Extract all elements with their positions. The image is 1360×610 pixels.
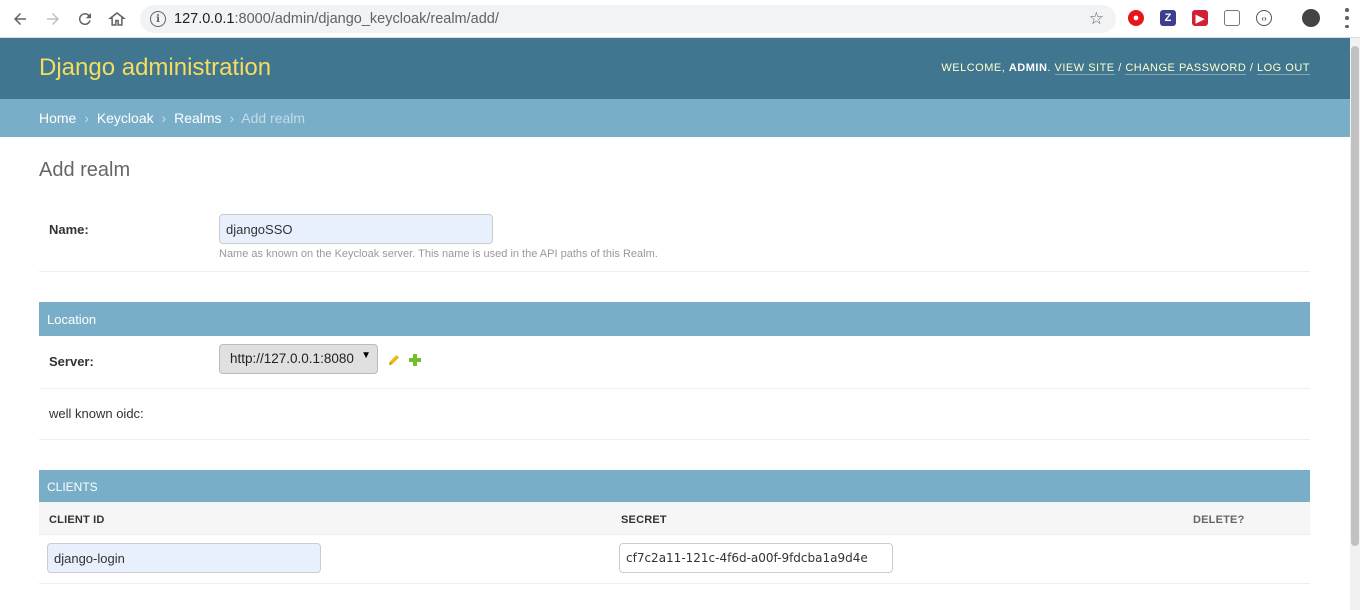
name-help-text: Name as known on the Keycloak server. Th… — [219, 248, 658, 260]
change-password-link[interactable]: Change password — [1125, 62, 1247, 75]
video-extension-icon[interactable]: ▶ — [1192, 10, 1208, 26]
zotero-extension-icon[interactable]: Z — [1160, 10, 1176, 26]
well-known-row: well known oidc: — [39, 389, 1310, 440]
admin-header: Django administration Welcome, admin. Vi… — [0, 38, 1350, 99]
log-out-link[interactable]: Log out — [1256, 62, 1310, 75]
browser-menu-icon[interactable] — [1344, 8, 1350, 28]
info-icon[interactable]: i — [150, 11, 166, 27]
forward-arrow-icon[interactable] — [41, 7, 65, 31]
server-select-value: http://127.0.0.1:8080 — [230, 351, 354, 366]
well-known-label: well known oidc: — [49, 406, 144, 421]
welcome-text: Welcome, — [941, 62, 1006, 74]
ublock-extension-icon[interactable]: ● — [1128, 10, 1144, 26]
home-icon[interactable] — [105, 7, 129, 31]
back-arrow-icon[interactable] — [8, 7, 32, 31]
site-name[interactable]: Django administration — [39, 54, 271, 82]
address-bar[interactable]: i 127.0.0.1:8000/admin/django_keycloak/r… — [140, 5, 1116, 33]
breadcrumb: Home › Keycloak › Realms › Add realm — [0, 99, 1350, 137]
clients-table-header: Client ID Secret Delete? — [39, 502, 1310, 535]
column-header-secret: Secret — [621, 514, 667, 526]
username: admin — [1008, 62, 1048, 74]
clients-caption: Clients — [39, 470, 1310, 502]
reload-icon[interactable] — [73, 7, 97, 31]
table-row — [39, 535, 1310, 584]
bookmark-star-icon[interactable]: ☆ — [1089, 9, 1104, 29]
client-id-input[interactable] — [47, 543, 321, 573]
server-select[interactable]: http://127.0.0.1:8080 ▼ — [219, 344, 378, 374]
browser-toolbar: i 127.0.0.1:8000/admin/django_keycloak/r… — [0, 0, 1360, 38]
dropdown-caret-icon: ▼ — [361, 350, 371, 361]
url-text: 127.0.0.1:8000/admin/django_keycloak/rea… — [174, 11, 499, 27]
user-tools: Welcome, admin. View site / Change passw… — [941, 62, 1310, 75]
name-row: Name: Name as known on the Keycloak serv… — [39, 205, 1310, 272]
server-row: Server: http://127.0.0.1:8080 ▼ — [39, 336, 1310, 389]
breadcrumb-realms[interactable]: Realms — [174, 110, 221, 126]
secret-input[interactable] — [619, 543, 893, 573]
column-header-client-id: Client ID — [49, 514, 105, 526]
location-caption: Location — [39, 302, 1310, 336]
page-title: Add realm — [39, 159, 131, 181]
code-extension-icon[interactable]: ‹› — [1256, 10, 1272, 26]
breadcrumb-home[interactable]: Home — [39, 110, 76, 126]
profile-avatar-icon[interactable] — [1302, 9, 1320, 27]
page-scrollbar[interactable] — [1350, 38, 1360, 610]
add-plus-icon[interactable] — [408, 353, 422, 367]
server-label: Server: — [49, 354, 94, 369]
column-header-delete: Delete? — [1193, 514, 1245, 526]
name-input[interactable] — [219, 214, 493, 244]
scrollbar-thumb[interactable] — [1351, 46, 1359, 546]
page-extension-icon[interactable] — [1224, 10, 1240, 26]
view-site-link[interactable]: View site — [1054, 62, 1115, 75]
edit-pencil-icon[interactable] — [387, 353, 401, 367]
breadcrumb-current: Add realm — [241, 110, 306, 126]
breadcrumb-keycloak[interactable]: Keycloak — [97, 110, 154, 126]
name-label: Name: — [49, 222, 89, 237]
